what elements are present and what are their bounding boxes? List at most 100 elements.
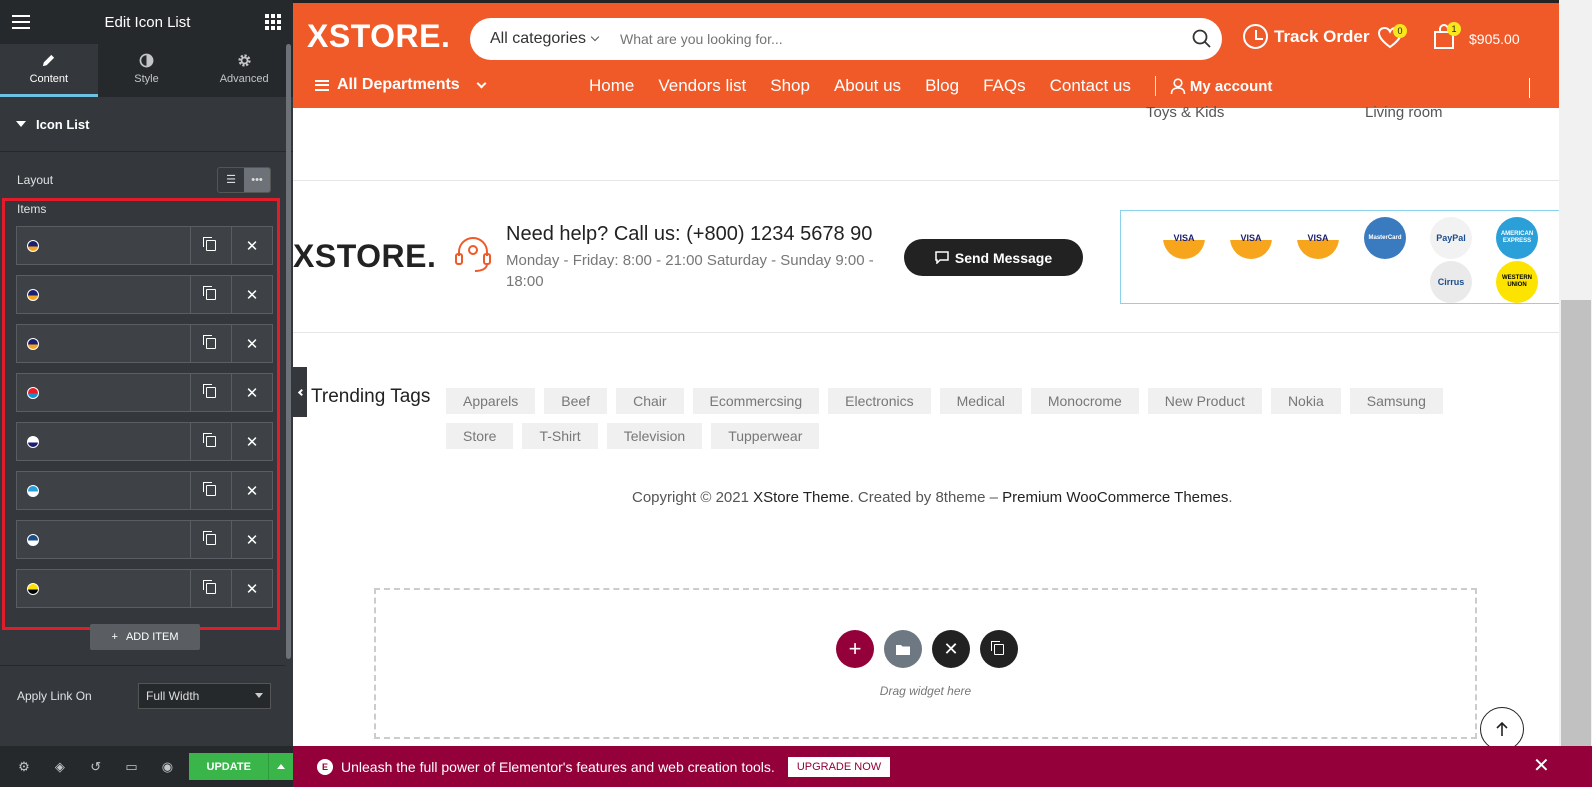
- cart-button[interactable]: 1 $905.00: [1433, 22, 1520, 53]
- nav-vendors-list[interactable]: Vendors list: [658, 76, 746, 96]
- tag-t-shirt[interactable]: T-Shirt: [522, 423, 598, 449]
- widgets-grid-icon[interactable]: [264, 14, 281, 30]
- icon-list-item-toggle[interactable]: [17, 570, 190, 607]
- copy-icon: [203, 286, 216, 300]
- category-living-room[interactable]: Living room: [1365, 104, 1443, 121]
- tag-apparels[interactable]: Apparels: [446, 388, 536, 414]
- nav-shop[interactable]: Shop: [770, 76, 810, 96]
- tab-advanced[interactable]: Advanced: [195, 44, 293, 97]
- my-account-link[interactable]: My account: [1170, 78, 1272, 95]
- hamburger-menu-icon[interactable]: [12, 15, 30, 29]
- navigator-layers-icon[interactable]: ◈: [42, 746, 78, 787]
- page-scrollbar[interactable]: [1559, 0, 1592, 746]
- close-icon[interactable]: ✕: [1533, 756, 1550, 776]
- icon-list-item-toggle[interactable]: [17, 276, 190, 313]
- widget-drop-zone[interactable]: + ✕ Drag widget here: [374, 588, 1477, 739]
- remove-item-button[interactable]: ✕: [231, 325, 272, 362]
- tag-monocrome[interactable]: Monocrome: [1030, 388, 1139, 414]
- remove-item-button[interactable]: ✕: [231, 423, 272, 460]
- icon-list-item: ✕: [16, 324, 273, 363]
- remove-item-button[interactable]: ✕: [231, 276, 272, 313]
- update-button[interactable]: UPDATE: [189, 753, 269, 780]
- tag-new-product[interactable]: New Product: [1147, 388, 1262, 414]
- upgrade-now-button[interactable]: UPGRADE NOW: [787, 756, 891, 777]
- tag-ecommercsing[interactable]: Ecommercsing: [692, 388, 820, 414]
- tag-samsung[interactable]: Samsung: [1349, 388, 1443, 414]
- wishlist-button[interactable]: 0: [1377, 24, 1407, 55]
- paste-button[interactable]: [980, 630, 1018, 668]
- icon-list-item-toggle[interactable]: [17, 472, 190, 509]
- xstore-theme-link[interactable]: XStore Theme: [753, 489, 849, 506]
- payment-card-visa: VISA: [1163, 217, 1205, 259]
- duplicate-item-button[interactable]: [190, 276, 231, 313]
- page-scrollbar-thumb[interactable]: [1561, 300, 1591, 746]
- icon-list-item-toggle[interactable]: [17, 423, 190, 460]
- tag-nokia[interactable]: Nokia: [1270, 388, 1341, 414]
- xstore-template-button[interactable]: ✕: [932, 630, 970, 668]
- duplicate-item-button[interactable]: [190, 423, 231, 460]
- tab-style[interactable]: Style: [98, 44, 196, 97]
- tag-chair[interactable]: Chair: [616, 388, 684, 414]
- tab-style-label: Style: [134, 73, 159, 85]
- icon-list-item-toggle[interactable]: [17, 521, 190, 558]
- back-to-top-button[interactable]: [1480, 707, 1524, 751]
- add-section-button[interactable]: +: [836, 630, 874, 668]
- footer-logo[interactable]: XSTORE.: [293, 238, 436, 275]
- update-options-button[interactable]: [268, 753, 294, 780]
- icon-list-item-toggle[interactable]: [17, 227, 190, 264]
- site-logo[interactable]: XSTORE.: [307, 18, 450, 55]
- tag-beef[interactable]: Beef: [544, 388, 608, 414]
- copyright-middle: . Created by 8theme –: [849, 489, 1003, 506]
- add-item-button[interactable]: + ADD ITEM: [90, 624, 200, 650]
- collapse-panel-button[interactable]: [293, 367, 307, 417]
- tag-tupperwear[interactable]: Tupperwear: [711, 423, 820, 449]
- nav-about-us[interactable]: About us: [834, 76, 901, 96]
- premium-themes-link[interactable]: Premium WooCommerce Themes: [1002, 489, 1228, 506]
- list-icon[interactable]: ☰: [218, 168, 244, 192]
- add-template-button[interactable]: [884, 630, 922, 668]
- all-departments-menu[interactable]: All Departments: [315, 76, 487, 94]
- duplicate-item-button[interactable]: [190, 521, 231, 558]
- history-icon[interactable]: ↺: [78, 746, 114, 787]
- category-select[interactable]: All categories: [470, 30, 610, 48]
- help-title: Need help? Call us: (+800) 1234 5678 90: [506, 223, 873, 245]
- category-toys-kids[interactable]: Toys & Kids: [1146, 104, 1224, 121]
- payment-icons-widget[interactable]: VISA VISA VISA MasterCard PayPal AMERICAN EXP…: [1120, 210, 1560, 304]
- icon-list-item-toggle[interactable]: [17, 325, 190, 362]
- nav-faqs[interactable]: FAQs: [983, 76, 1026, 96]
- apply-link-select[interactable]: Full Width: [138, 682, 271, 709]
- payment-card-paypal: PayPal: [1430, 217, 1472, 259]
- nav-contact-us[interactable]: Contact us: [1050, 76, 1131, 96]
- remove-item-button[interactable]: ✕: [231, 227, 272, 264]
- duplicate-item-button[interactable]: [190, 227, 231, 264]
- section-icon-list-toggle[interactable]: Icon List: [0, 97, 293, 152]
- remove-item-button[interactable]: ✕: [231, 374, 272, 411]
- icon-list-item: ✕: [16, 422, 273, 461]
- preview-eye-icon[interactable]: ◉: [150, 746, 186, 787]
- settings-icon[interactable]: ⚙: [6, 746, 42, 787]
- payment-card-visa: VISA: [1230, 217, 1272, 259]
- remove-item-button[interactable]: ✕: [231, 472, 272, 509]
- nav-blog[interactable]: Blog: [925, 76, 959, 96]
- tag-electronics[interactable]: Electronics: [828, 388, 931, 414]
- tab-content[interactable]: Content: [0, 44, 98, 97]
- tag-television[interactable]: Television: [606, 423, 703, 449]
- track-order-link[interactable]: Track Order: [1243, 24, 1369, 49]
- icon-list-item-toggle[interactable]: [17, 374, 190, 411]
- send-message-button[interactable]: Send Message: [904, 239, 1083, 276]
- remove-item-button[interactable]: ✕: [231, 521, 272, 558]
- inline-dots-icon[interactable]: •••: [244, 167, 270, 192]
- panel-scrollbar[interactable]: [286, 44, 291, 659]
- duplicate-item-button[interactable]: [190, 570, 231, 607]
- tag-medical[interactable]: Medical: [939, 388, 1022, 414]
- duplicate-item-button[interactable]: [190, 325, 231, 362]
- search-icon[interactable]: [1182, 29, 1222, 49]
- tag-store[interactable]: Store: [446, 423, 514, 449]
- search-input[interactable]: [610, 19, 1182, 59]
- duplicate-item-button[interactable]: [190, 472, 231, 509]
- responsive-mode-icon[interactable]: ▭: [114, 746, 150, 787]
- remove-item-button[interactable]: ✕: [231, 570, 272, 607]
- duplicate-item-button[interactable]: [190, 374, 231, 411]
- clock-icon: [1243, 24, 1268, 49]
- nav-home[interactable]: Home: [589, 76, 634, 96]
